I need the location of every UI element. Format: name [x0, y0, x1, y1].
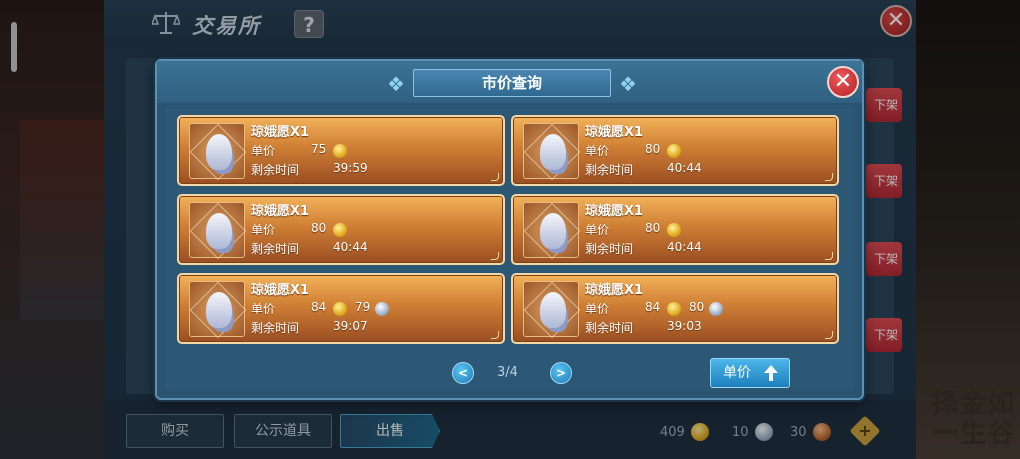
item-name: 琼娥愿X1: [251, 204, 310, 219]
modal-title: 市价查询: [413, 69, 611, 97]
time-left: 39:03: [667, 319, 702, 333]
prev-page-button[interactable]: <: [452, 362, 474, 384]
silver-price: 79: [355, 300, 371, 314]
gold-coin-icon: [667, 223, 681, 237]
market-price-dialog: ❖ 市价查询 ❖ ✕ 琼娥愿X1 单价 75 剩余时间 39:59 琼娥愿X1 单价 80 剩余…: [155, 59, 864, 400]
moon-spirit-icon: [206, 292, 232, 328]
gold-price: 80: [645, 221, 661, 235]
modal-close-button[interactable]: ✕: [827, 66, 859, 98]
gold-price: 84: [311, 300, 327, 314]
sort-by-unit-price-button[interactable]: 单价: [710, 358, 790, 388]
time-left-label: 剩余时间: [251, 163, 300, 177]
gold-coin-icon: [667, 302, 681, 316]
listing-card[interactable]: 琼娥愿X1 单价 80 剩余时间 40:44: [511, 194, 839, 265]
moon-spirit-icon: [540, 134, 566, 170]
unit-price-label: 单价: [251, 144, 276, 158]
moon-spirit-icon: [540, 213, 566, 249]
item-name: 琼娥愿X1: [251, 125, 310, 140]
time-left-label: 剩余时间: [251, 242, 300, 256]
page-indicator: 3/4: [497, 365, 518, 380]
ornament-left-icon: ❖: [387, 72, 405, 96]
gold-price: 80: [311, 221, 327, 235]
time-left: 39:59: [333, 161, 368, 175]
item-name: 琼娥愿X1: [585, 204, 644, 219]
card-corner-ornament: [825, 173, 833, 181]
listing-card[interactable]: 琼娥愿X1 单价 84 剩余时间 39:07 79: [177, 273, 505, 344]
unit-price-label: 单价: [251, 223, 276, 237]
gold-price: 84: [645, 300, 661, 314]
ornament-right-icon: ❖: [619, 72, 637, 96]
time-left: 40:44: [667, 161, 702, 175]
card-corner-ornament: [825, 252, 833, 260]
listing-card[interactable]: 琼娥愿X1 单价 75 剩余时间 39:59: [177, 115, 505, 186]
card-corner-ornament: [491, 173, 499, 181]
gold-price: 75: [311, 142, 327, 156]
time-left-label: 剩余时间: [585, 242, 634, 256]
time-left: 40:44: [667, 240, 702, 254]
time-left: 39:07: [333, 319, 368, 333]
silver-coin-icon: [709, 302, 723, 316]
card-corner-ornament: [491, 331, 499, 339]
unit-price-label: 单价: [251, 302, 276, 316]
silver-coin-icon: [375, 302, 389, 316]
time-left-label: 剩余时间: [585, 163, 634, 177]
moon-spirit-icon: [206, 134, 232, 170]
item-thumbnail: [189, 202, 245, 258]
unit-price-label: 单价: [585, 144, 610, 158]
item-name: 琼娥愿X1: [585, 125, 644, 140]
item-thumbnail: [523, 281, 579, 337]
next-page-button[interactable]: >: [550, 362, 572, 384]
card-corner-ornament: [825, 331, 833, 339]
modal-header: ❖ 市价查询 ❖ ✕: [157, 61, 862, 103]
listing-card[interactable]: 琼娥愿X1 单价 80 剩余时间 40:44: [511, 115, 839, 186]
gold-price: 80: [645, 142, 661, 156]
item-thumbnail: [189, 123, 245, 179]
gold-coin-icon: [333, 223, 347, 237]
moon-spirit-icon: [540, 292, 566, 328]
item-thumbnail: [523, 123, 579, 179]
unit-price-label: 单价: [585, 302, 610, 316]
sort-button-label: 单价: [723, 365, 751, 381]
listing-card[interactable]: 琼娥愿X1 单价 80 剩余时间 40:44: [177, 194, 505, 265]
gold-coin-icon: [333, 302, 347, 316]
gold-coin-icon: [667, 144, 681, 158]
moon-spirit-icon: [206, 213, 232, 249]
item-thumbnail: [523, 202, 579, 258]
listing-card[interactable]: 琼娥愿X1 单价 84 剩余时间 39:03 80: [511, 273, 839, 344]
time-left-label: 剩余时间: [251, 321, 300, 335]
item-thumbnail: [189, 281, 245, 337]
card-corner-ornament: [491, 252, 499, 260]
arrow-up-icon: [764, 365, 778, 381]
silver-price: 80: [689, 300, 705, 314]
time-left: 40:44: [333, 240, 368, 254]
item-name: 琼娥愿X1: [585, 283, 644, 298]
unit-price-label: 单价: [585, 223, 610, 237]
time-left-label: 剩余时间: [585, 321, 634, 335]
item-name: 琼娥愿X1: [251, 283, 310, 298]
listing-grid: 琼娥愿X1 单价 75 剩余时间 39:59 琼娥愿X1 单价 80 剩余时间 40:44 琼娥愿X…: [165, 105, 854, 390]
gold-coin-icon: [333, 144, 347, 158]
